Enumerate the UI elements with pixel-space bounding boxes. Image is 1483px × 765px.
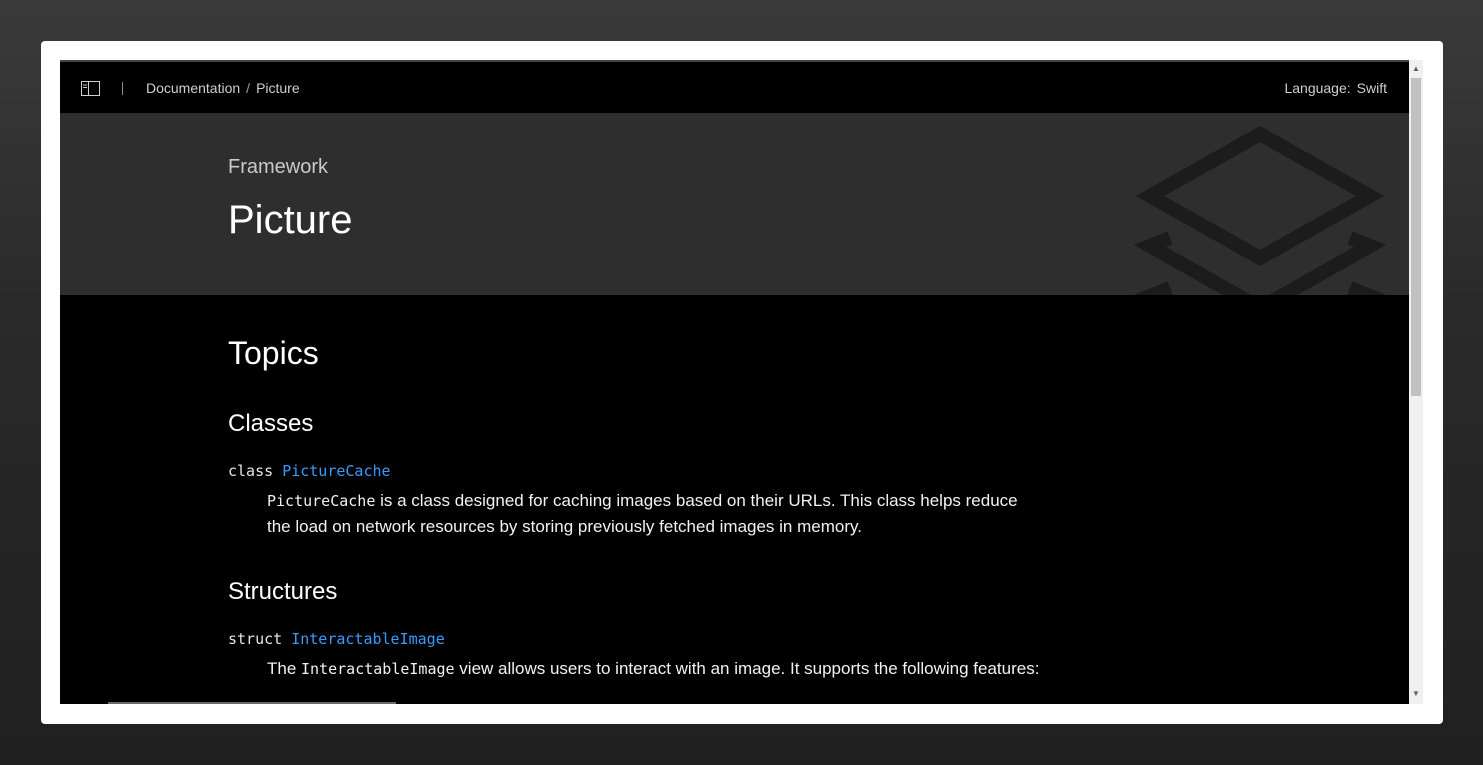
scroll-up-icon[interactable]: ▲ bbox=[1412, 65, 1420, 73]
horizontal-scroll-indicator[interactable] bbox=[108, 702, 396, 704]
breadcrumb-picture[interactable]: Picture bbox=[256, 80, 300, 96]
declaration-interactableimage: struct InteractableImage bbox=[228, 630, 445, 648]
page-title: Picture bbox=[228, 198, 353, 242]
breadcrumb-documentation[interactable]: Documentation bbox=[146, 80, 240, 96]
hero-eyebrow: Framework bbox=[228, 156, 329, 178]
sidebar-toggle-icon[interactable] bbox=[81, 81, 100, 96]
abstract-text-line2: the load on network resources by storing… bbox=[267, 517, 862, 536]
breadcrumb: Documentation / Picture bbox=[146, 80, 300, 96]
hero-banner: Framework Picture bbox=[60, 114, 1409, 295]
decl-keyword: class bbox=[228, 462, 274, 480]
abstract-text-line1: is a class designed for caching images b… bbox=[375, 491, 1018, 510]
language-label: Language: bbox=[1284, 80, 1351, 96]
abstract-text: view allows users to interact with an im… bbox=[454, 659, 1040, 678]
abstract-code: PictureCache bbox=[267, 492, 376, 510]
abstract-picturecache: PictureCache is a class designed for cac… bbox=[267, 488, 1047, 539]
layers-icon bbox=[1133, 125, 1387, 295]
symbol-link-picturecache[interactable]: PictureCache bbox=[282, 462, 390, 480]
abstract-code: InteractableImage bbox=[301, 660, 455, 678]
nav-divider bbox=[122, 82, 123, 95]
vertical-scrollbar[interactable]: ▲ ▼ bbox=[1409, 60, 1423, 704]
navigation-bar: Documentation / Picture Language: Swift bbox=[60, 60, 1409, 114]
language-selector: Language: Swift bbox=[1284, 80, 1387, 96]
language-value[interactable]: Swift bbox=[1357, 80, 1387, 96]
abstract-interactableimage: The InteractableImage view allows users … bbox=[267, 656, 1167, 682]
documentation-page: Documentation / Picture Language: Swift F… bbox=[60, 60, 1409, 704]
scrollbar-thumb[interactable] bbox=[1411, 78, 1421, 396]
topics-heading: Topics bbox=[228, 335, 319, 371]
decl-keyword: struct bbox=[228, 630, 283, 648]
abstract-prefix: The bbox=[267, 659, 302, 678]
declaration-picturecache: class PictureCache bbox=[228, 462, 391, 480]
section-heading-classes: Classes bbox=[228, 410, 314, 437]
breadcrumb-separator: / bbox=[246, 80, 251, 96]
symbol-link-interactableimage[interactable]: InteractableImage bbox=[291, 630, 445, 648]
scroll-down-icon[interactable]: ▼ bbox=[1412, 690, 1420, 698]
section-heading-structures: Structures bbox=[228, 578, 338, 605]
